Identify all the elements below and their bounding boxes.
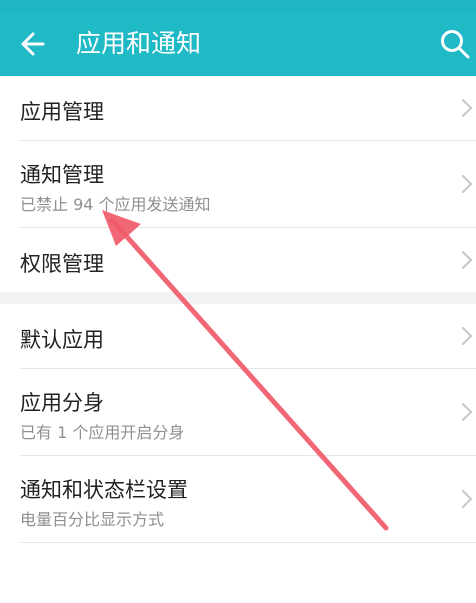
status-bar (0, 0, 476, 12)
chevron-right-icon (461, 98, 473, 118)
back-button[interactable] (16, 26, 52, 62)
settings-screen: 应用和通知 应用管理 通知管理 已禁止 94 个应用发送通知 权限管理 默认应用… (0, 0, 476, 603)
item-subtitle: 电量百分比显示方式 (20, 510, 165, 529)
search-icon (441, 30, 470, 59)
list-item-app-twin[interactable]: 应用分身 已有 1 个应用开启分身 (0, 369, 476, 455)
item-title: 通知管理 (20, 163, 104, 187)
search-button[interactable] (438, 27, 472, 61)
item-title: 权限管理 (20, 252, 104, 276)
chevron-right-icon (461, 489, 473, 509)
item-subtitle: 已禁止 94 个应用发送通知 (20, 195, 211, 214)
chevron-right-icon (461, 174, 473, 194)
app-bar: 应用和通知 (0, 12, 476, 76)
list-item-permission-management[interactable]: 权限管理 (0, 228, 476, 292)
item-title: 默认应用 (20, 328, 104, 352)
list-item-notification-statusbar-settings[interactable]: 通知和状态栏设置 电量百分比显示方式 (0, 456, 476, 542)
item-title: 应用管理 (20, 100, 104, 124)
divider (20, 542, 476, 543)
section-separator (0, 292, 476, 304)
chevron-right-icon (461, 250, 473, 270)
page-title: 应用和通知 (76, 29, 202, 58)
chevron-right-icon (461, 402, 473, 422)
list-item-notification-management[interactable]: 通知管理 已禁止 94 个应用发送通知 (0, 141, 476, 227)
list-item-default-apps[interactable]: 默认应用 (0, 304, 476, 368)
item-title: 应用分身 (20, 391, 104, 415)
chevron-right-icon (461, 326, 473, 346)
item-title: 通知和状态栏设置 (20, 478, 188, 502)
item-subtitle: 已有 1 个应用开启分身 (20, 423, 185, 442)
list-item-app-management[interactable]: 应用管理 (0, 76, 476, 140)
arrow-left-icon (21, 32, 45, 56)
